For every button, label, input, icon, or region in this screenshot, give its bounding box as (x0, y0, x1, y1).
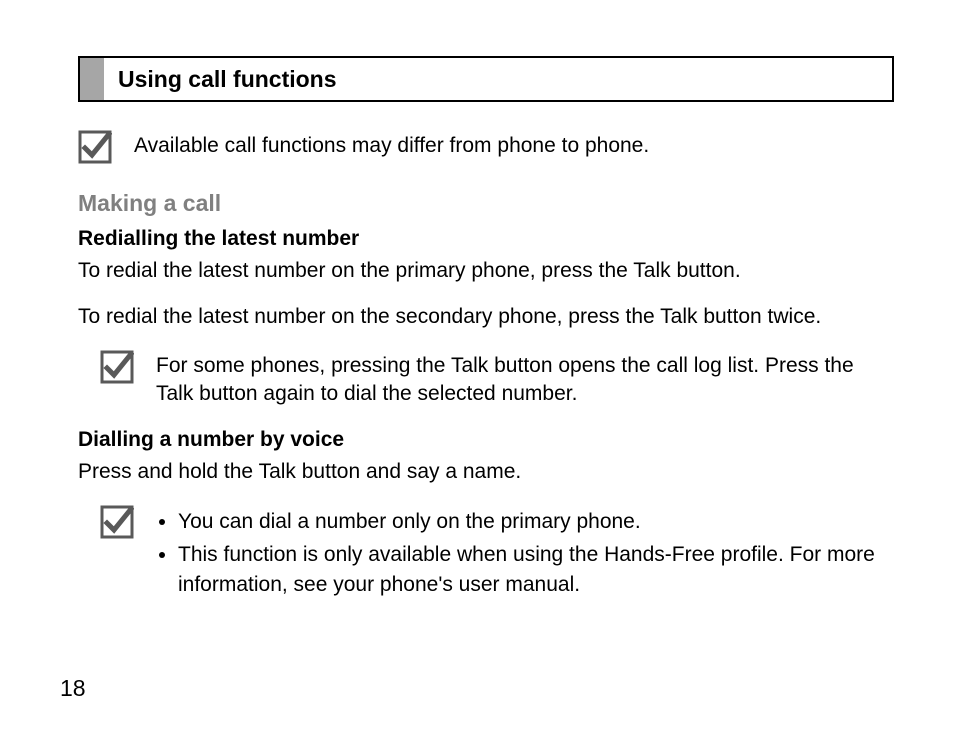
text-redial-primary: To redial the latest number on the prima… (78, 257, 894, 285)
page-number: 18 (60, 675, 86, 702)
note-availability-text: Available call functions may differ from… (134, 130, 649, 160)
note-availability: Available call functions may differ from… (78, 130, 894, 164)
text-voice-instruction: Press and hold the Talk button and say a… (78, 458, 894, 486)
voice-bullet-2: This function is only available when usi… (178, 540, 894, 599)
section-tab (80, 58, 104, 100)
checkmark-box-icon (100, 350, 134, 384)
note-call-log-text: For some phones, pressing the Talk butto… (156, 350, 894, 409)
note-voice-list: You can dial a number only on the primar… (156, 505, 894, 603)
heading-voice-dial: Dialling a number by voice (78, 428, 894, 452)
text-redial-secondary: To redial the latest number on the secon… (78, 303, 894, 331)
note-voice: You can dial a number only on the primar… (78, 505, 894, 603)
section-header: Using call functions (78, 56, 894, 102)
note-call-log: For some phones, pressing the Talk butto… (78, 350, 894, 409)
checkmark-box-icon (78, 130, 112, 164)
checkmark-box-icon (100, 505, 134, 539)
section-title: Using call functions (104, 58, 892, 100)
manual-page: Using call functions Available call func… (0, 0, 954, 742)
voice-bullet-1: You can dial a number only on the primar… (178, 507, 894, 536)
heading-redialling: Redialling the latest number (78, 227, 894, 251)
heading-making-a-call: Making a call (78, 190, 894, 217)
